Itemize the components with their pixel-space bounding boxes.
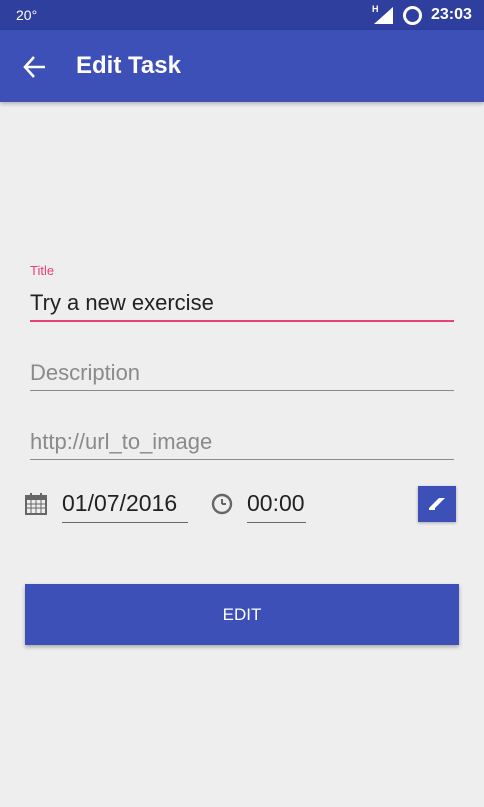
edit-button[interactable]: EDIT <box>25 584 459 645</box>
clear-datetime-button[interactable] <box>418 486 456 522</box>
app-bar: Edit Task <box>0 30 484 102</box>
title-input-underline <box>30 320 454 322</box>
status-bar: 20° H 23:03 <box>0 0 484 30</box>
title-input[interactable]: Try a new exercise <box>30 290 214 316</box>
arrow-back-icon[interactable] <box>20 52 50 82</box>
image-url-input[interactable]: http://url_to_image <box>30 429 212 455</box>
time-input[interactable]: 00:00 <box>247 490 305 517</box>
date-input[interactable]: 01/07/2016 <box>62 490 177 517</box>
status-temperature: 20° <box>16 7 38 23</box>
date-input-underline <box>62 522 188 523</box>
calendar-icon <box>25 493 47 515</box>
signal-icon <box>374 7 393 24</box>
description-input[interactable]: Description <box>30 360 140 386</box>
page-title: Edit Task <box>76 52 181 79</box>
title-field-label: Title <box>30 263 55 278</box>
eraser-icon <box>429 498 445 510</box>
sync-icon <box>403 6 422 25</box>
clock-icon <box>211 493 233 515</box>
status-time: 23:03 <box>431 6 472 23</box>
image-url-input-underline <box>30 459 454 460</box>
description-input-underline <box>30 390 454 391</box>
time-input-underline <box>247 522 306 523</box>
